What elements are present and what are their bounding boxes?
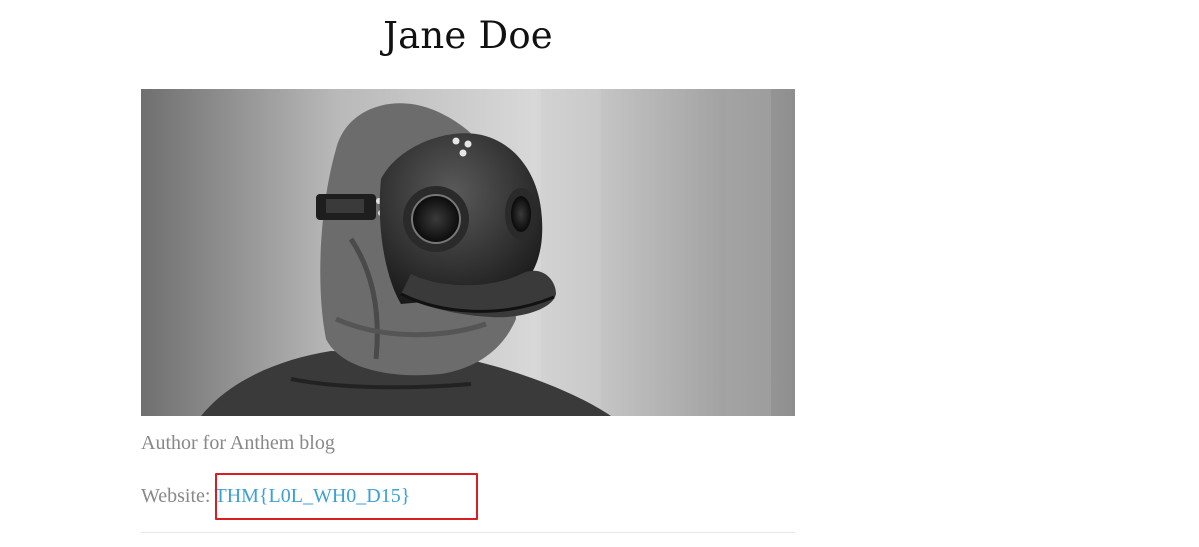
content-divider [141, 532, 795, 533]
website-line: Website: THM{L0L_WH0_D15} [141, 483, 410, 509]
author-bio: Author for Anthem blog [141, 432, 335, 454]
website-label: Website: [141, 485, 211, 507]
plague-doctor-photo-image [141, 89, 795, 416]
website-link[interactable]: THM{L0L_WH0_D15} [214, 485, 410, 507]
author-name-heading: Jane Doe [383, 14, 553, 57]
author-photo [141, 89, 795, 416]
